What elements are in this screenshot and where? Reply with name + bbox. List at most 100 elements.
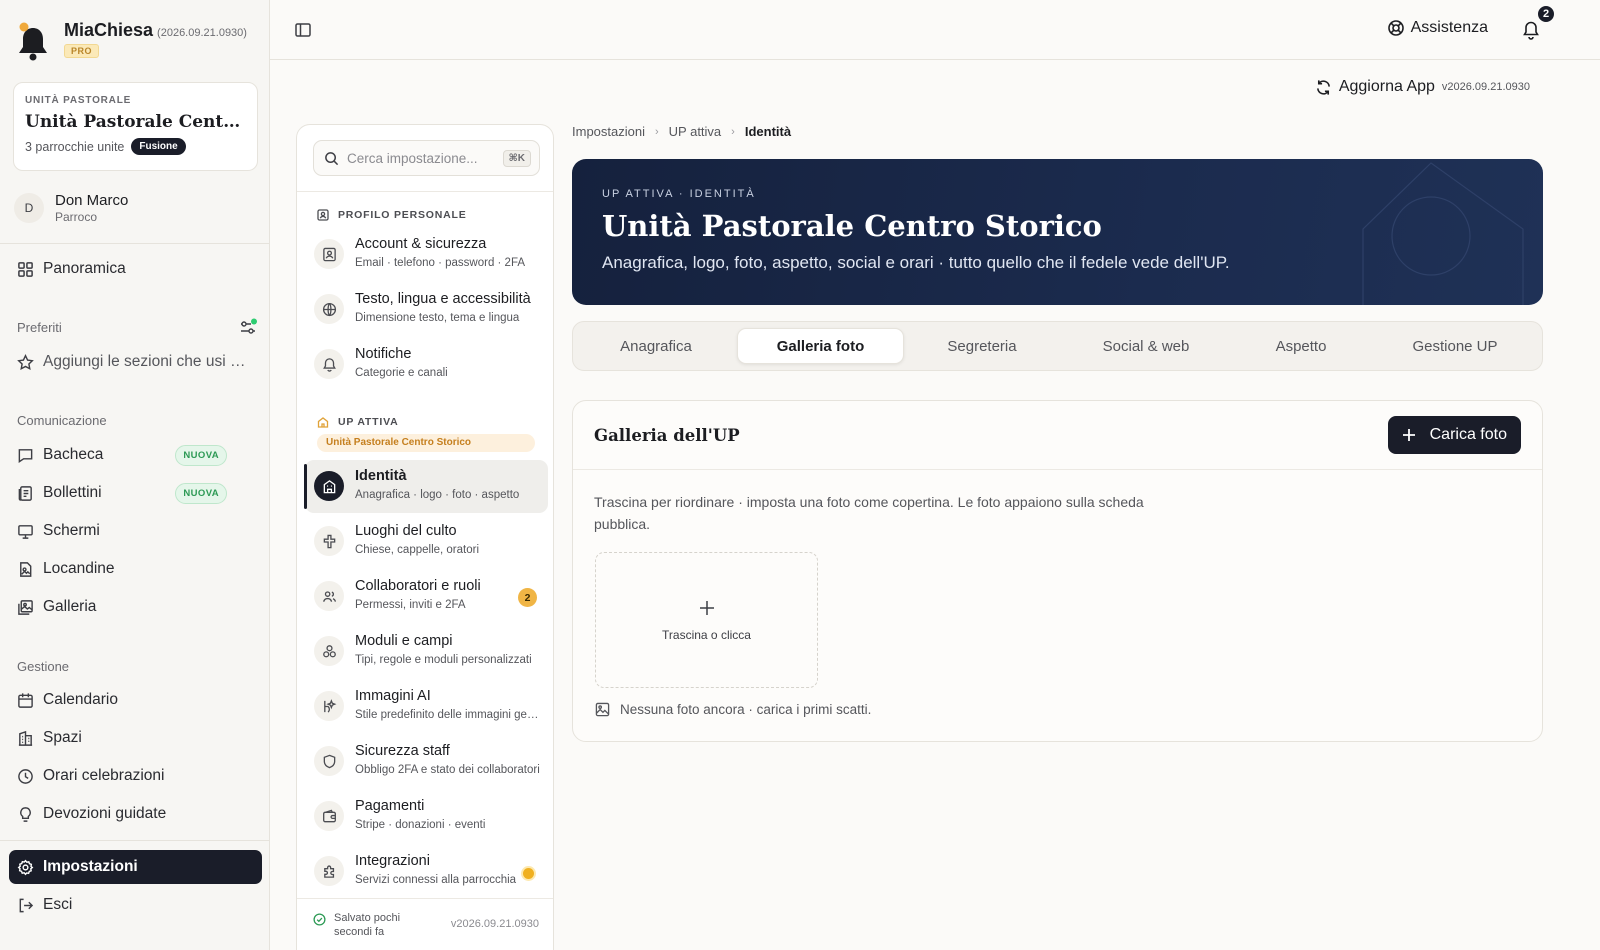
chevron-right-icon: ›: [731, 125, 735, 138]
settings-item-subtitle: Stile predefinito delle immagini generat…: [355, 709, 541, 721]
divider: [0, 243, 269, 244]
settings-item-subtitle: Obbligo 2FA e stato dei collaboratori: [355, 764, 540, 776]
breadcrumb: Impostazioni › UP attiva › Identità: [572, 124, 791, 139]
settings-item-subtitle: Categorie e canali: [355, 367, 448, 379]
nav-locandine[interactable]: Locandine: [9, 552, 262, 586]
notifications-bell-icon[interactable]: [1522, 20, 1540, 40]
help-label: Assistenza: [1410, 19, 1488, 36]
section-communication: Comunicazione: [17, 413, 107, 428]
identity-tabs: Anagrafica Galleria foto Segreteria Soci…: [572, 321, 1543, 371]
user-card-icon: [314, 239, 344, 269]
settings-item-account[interactable]: Account & sicurezza Email · telefono · p…: [305, 228, 548, 281]
settings-search[interactable]: ⌘K: [313, 140, 540, 176]
divider: [573, 469, 1542, 470]
nav-impostazioni[interactable]: Impostazioni: [9, 850, 262, 884]
up-card-parishes: 3 parrocchie unite: [25, 139, 125, 154]
active-up-chip: Unità Pastorale Centro Storico: [317, 434, 535, 452]
settings-item-title: Account & sicurezza: [355, 236, 487, 252]
nav-devozioni-guidate[interactable]: Devozioni guidate: [9, 797, 262, 831]
plus-icon: [700, 601, 714, 615]
tab-anagrafica[interactable]: Anagrafica: [583, 328, 729, 364]
divider: [0, 840, 269, 841]
cross-icon: [314, 526, 344, 556]
help-button[interactable]: Assistenza: [1387, 19, 1488, 37]
settings-item-forms[interactable]: Moduli e campi Tipi, regole e moduli per…: [305, 625, 548, 678]
settings-item-title: Collaboratori e ruoli: [355, 578, 481, 594]
nav-bacheca[interactable]: Bacheca NUOVA: [9, 438, 262, 472]
settings-item-title: Sicurezza staff: [355, 743, 450, 759]
user-profile[interactable]: D Don Marco Parroco: [14, 192, 128, 224]
nav-calendario[interactable]: Calendario: [9, 683, 262, 717]
poster-icon: [20, 561, 32, 577]
settings-item-title: Pagamenti: [355, 798, 425, 814]
tab-gestione-up[interactable]: Gestione UP: [1375, 328, 1535, 364]
nav-panoramica[interactable]: Panoramica: [9, 252, 262, 286]
gear-icon: [17, 859, 34, 875]
settings-item-notifications[interactable]: Notifiche Categorie e canali: [305, 338, 548, 391]
sparkle-icon: [314, 691, 344, 721]
new-badge: NUOVA: [175, 444, 227, 466]
empty-state: Nessuna foto ancora · carica i primi sca…: [595, 702, 871, 717]
nav-label: Bollettini: [43, 484, 102, 501]
logout-icon: [19, 898, 34, 912]
nav-esci[interactable]: Esci: [9, 888, 262, 922]
settings-item-payments[interactable]: Pagamenti Stripe · donazioni · eventi: [305, 790, 548, 843]
identity-hero: UP ATTIVA · IDENTITÀ Unità Pastorale Cen…: [572, 159, 1543, 305]
group-active-up: UP ATTIVA: [317, 416, 398, 428]
wallet-icon: [314, 801, 344, 831]
nav-galleria[interactable]: Galleria: [9, 590, 262, 624]
gallery-title: Galleria dell'UP: [594, 426, 740, 445]
nav-label: Spazi: [43, 729, 82, 746]
nav-label: Esci: [43, 896, 73, 913]
nav-spazi[interactable]: Spazi: [9, 721, 262, 755]
settings-item-title: Integrazioni: [355, 853, 430, 869]
nav-bollettini[interactable]: Bollettini NUOVA: [9, 476, 262, 510]
app-name: MiaChiesa: [64, 20, 154, 40]
settings-item-ai-images[interactable]: Immagini AI Stile predefinito delle imma…: [305, 680, 548, 733]
up-card-title: Unità Pastorale Centro Storico: [25, 112, 246, 132]
nav-add-favorites[interactable]: Aggiungi le sezioni che usi di più: [9, 345, 262, 379]
church-outline-decoration: [1362, 162, 1524, 305]
settings-item-text-language[interactable]: Testo, lingua e accessibilità Dimensione…: [305, 283, 548, 336]
active-up-card[interactable]: UNITÀ PASTORALE Unità Pastorale Centro S…: [13, 82, 258, 171]
dropzone-label: Trascina o clicca: [662, 628, 751, 642]
photo-dropzone[interactable]: Trascina o clicca: [595, 552, 818, 688]
settings-item-integrations[interactable]: Integrazioni Servizi connessi alla parro…: [305, 845, 548, 898]
brand[interactable]: MiaChiesa (2026.09.21.0930) PRO: [16, 20, 247, 62]
divider: [297, 898, 553, 899]
settings-item-staff-security[interactable]: Sicurezza staff Obbligo 2FA e stato dei …: [305, 735, 548, 788]
gallery-icon: [18, 599, 33, 615]
nav-label: Locandine: [43, 560, 115, 577]
edit-favorites-icon[interactable]: [239, 318, 257, 336]
section-management: Gestione: [17, 659, 70, 674]
bell-logo-icon: [19, 22, 47, 61]
update-app-button[interactable]: Aggiorna App v2026.09.21.0930: [1315, 78, 1530, 96]
settings-item-identity[interactable]: Identità Anagrafica · logo · foto · aspe…: [304, 460, 548, 513]
pro-badge: PRO: [64, 44, 100, 58]
tab-social-web[interactable]: Social & web: [1066, 328, 1226, 364]
sidebar-panel-icon[interactable]: [294, 21, 312, 39]
breadcrumb-item[interactable]: UP attiva: [669, 124, 722, 139]
bell-icon: [314, 349, 344, 379]
tab-segreteria[interactable]: Segreteria: [905, 328, 1059, 364]
settings-item-places-of-worship[interactable]: Luoghi del culto Chiese, cappelle, orato…: [305, 515, 548, 568]
nav-orari-celebrazioni[interactable]: Orari celebrazioni: [9, 759, 262, 793]
settings-item-title: Moduli e campi: [355, 633, 453, 649]
nav-schermi[interactable]: Schermi: [9, 514, 262, 548]
search-input[interactable]: [347, 150, 503, 166]
topbar: Assistenza 2: [270, 0, 1600, 60]
tab-aspetto[interactable]: Aspetto: [1233, 328, 1369, 364]
lightbulb-icon: [20, 806, 31, 822]
globe-icon: [314, 294, 344, 324]
tab-galleria-foto[interactable]: Galleria foto: [737, 328, 904, 364]
main-sidebar: MiaChiesa (2026.09.21.0930) PRO UNITÀ PAS…: [0, 0, 270, 950]
settings-item-subtitle: Email · telefono · password · 2FA: [355, 257, 526, 269]
settings-item-collaborators[interactable]: Collaboratori e ruoli Permessi, inviti e…: [305, 570, 548, 623]
update-version: v2026.09.21.0930: [1441, 81, 1530, 93]
nav-label: Bacheca: [43, 446, 104, 463]
breadcrumb-item[interactable]: Impostazioni: [572, 124, 645, 139]
new-badge: NUOVA: [175, 482, 227, 504]
upload-photo-button[interactable]: Carica foto: [1387, 416, 1521, 454]
clock-icon: [18, 768, 33, 784]
gallery-help: Trascina per riordinare · imposta una fo…: [594, 494, 1144, 532]
